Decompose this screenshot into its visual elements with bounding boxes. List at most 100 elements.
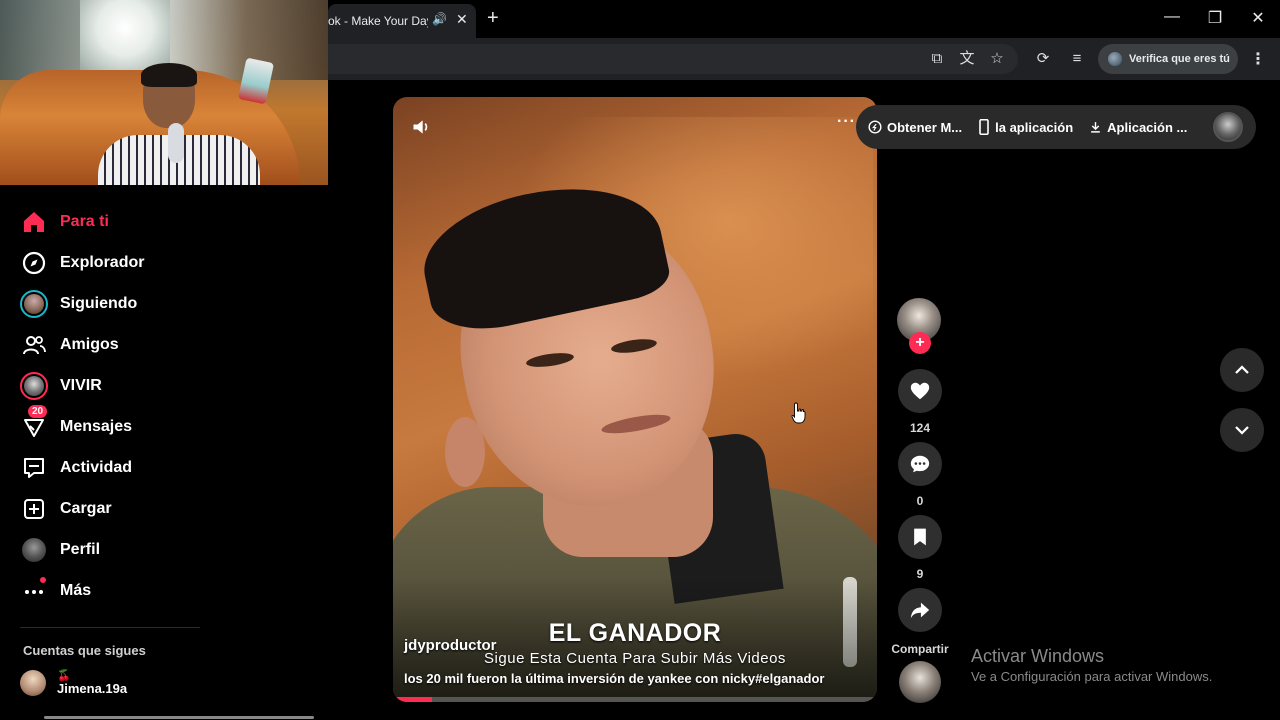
windows-activation-subtitle: Ve a Configuración para activar Windows. — [971, 669, 1213, 684]
new-tab-button[interactable]: + — [487, 7, 499, 30]
pill-item-label: Obtener M... — [887, 119, 963, 135]
chevron-down-icon — [1235, 426, 1249, 435]
share-button[interactable] — [898, 588, 942, 632]
save-button[interactable] — [898, 515, 942, 559]
sidebar-divider — [20, 627, 200, 628]
phone-icon — [979, 119, 989, 135]
sidebar-item-label: Cargar — [60, 500, 112, 517]
more-icon — [20, 577, 48, 605]
video-progress-fill — [393, 697, 432, 702]
windows-activation-title: Activar Windows — [971, 646, 1105, 666]
like-action[interactable]: 124 — [890, 369, 950, 435]
video-more-icon[interactable]: ··· — [837, 113, 856, 131]
user-avatar[interactable] — [1213, 112, 1243, 142]
download-icon — [1091, 122, 1101, 133]
comment-button[interactable] — [898, 442, 942, 486]
volume-icon[interactable] — [411, 117, 431, 137]
bookmark-star-icon[interactable]: ☆ — [988, 50, 1006, 68]
next-video-button[interactable] — [1220, 408, 1264, 452]
app-button[interactable]: la aplicación — [978, 119, 1073, 135]
notification-dot — [40, 577, 46, 583]
pill-item-label: Aplicación ... — [1107, 119, 1188, 135]
comment-icon — [910, 455, 930, 473]
sidebar-item-label: Explorador — [60, 254, 145, 271]
bookmark-icon — [914, 528, 926, 546]
get-app-pill: Obtener M... la aplicación Aplicación ..… — [856, 105, 1256, 149]
get-coins-button[interactable]: Obtener M... — [868, 120, 962, 135]
webcam-overlay — [0, 0, 328, 185]
follow-button[interactable]: + — [909, 332, 931, 354]
sidebar-item-siguiendo[interactable]: Siguiendo — [20, 289, 137, 319]
pill-item-label: la aplicación — [995, 119, 1074, 135]
upload-icon — [20, 495, 48, 523]
sidebar-item-vivir[interactable]: VIVIR — [20, 371, 102, 401]
sidebar-item-label: Siguiendo — [60, 295, 138, 312]
extension-icon[interactable]: ⟳ — [1034, 50, 1052, 68]
share-label: Compartir — [891, 642, 949, 656]
compass-icon — [20, 249, 48, 277]
comment-action[interactable]: 0 — [890, 442, 950, 508]
tab-title: ok - Make Your Day — [328, 14, 428, 28]
save-action[interactable]: 9 — [890, 515, 950, 581]
profile-verify-button[interactable]: Verifica que eres tú — [1098, 44, 1238, 74]
sidebar-item-para-ti[interactable]: Para ti — [20, 207, 109, 237]
browser-tab[interactable]: ok - Make Your Day 🔊 ✕ — [328, 4, 476, 38]
coin-icon — [868, 120, 882, 134]
inbox-icon: 20 — [20, 405, 48, 441]
previous-video-button[interactable] — [1220, 348, 1264, 392]
restore-icon[interactable]: ❐ — [1200, 8, 1230, 28]
save-count: 9 — [916, 567, 924, 581]
sidebar-item-mensajes[interactable]: 20 Mensajes — [20, 405, 133, 442]
tab-close-icon[interactable]: ✕ — [456, 11, 468, 28]
sidebar-item-label: Más — [60, 582, 92, 599]
share-action[interactable]: Compartir — [890, 588, 950, 656]
sidebar-item-label: Para ti — [60, 213, 109, 230]
profile-avatar — [20, 536, 48, 564]
verify-label: Verifica que eres tú — [1129, 53, 1230, 65]
address-bar[interactable] — [328, 44, 1018, 74]
minimize-icon[interactable]: — — [1157, 8, 1187, 26]
video-subtitle-overlay: Sigue Esta Cuenta Para Subir Más Videos — [484, 650, 786, 667]
video-progress-bar[interactable] — [393, 697, 877, 702]
video-description: los 20 mil fueron la última inversión de… — [404, 671, 825, 686]
like-button[interactable] — [898, 369, 942, 413]
browser-menu-icon[interactable]: ⋮ — [1250, 49, 1266, 69]
sidebar-item-label: Mensajes — [60, 418, 133, 435]
sidebar-item-amigos[interactable]: Amigos — [20, 330, 119, 360]
like-count: 124 — [909, 421, 931, 435]
horizontal-scrollbar[interactable] — [44, 716, 314, 719]
hand-cursor-icon — [791, 402, 806, 424]
sidebar-item-label: Amigos — [60, 336, 119, 353]
followed-account-name: Jimena.19a — [57, 681, 128, 696]
friends-icon — [20, 331, 48, 359]
music-disc-avatar[interactable] — [899, 661, 941, 703]
download-app-button[interactable]: Aplicación ... — [1089, 120, 1187, 135]
heart-icon — [910, 382, 930, 400]
sidebar-item-label: Actividad — [60, 459, 133, 476]
following-avatar — [20, 290, 48, 318]
sidebar-item-perfil[interactable]: Perfil — [20, 535, 100, 565]
messages-badge: 20 — [28, 405, 48, 418]
media-control-icon[interactable]: ≡ — [1068, 50, 1086, 68]
sidebar-item-label: VIVIR — [60, 377, 102, 394]
home-icon — [20, 208, 48, 236]
sidebar-item-explorador[interactable]: Explorador — [20, 248, 144, 278]
profile-avatar-icon — [1108, 52, 1122, 66]
share-icon — [910, 602, 930, 619]
sidebar-item-mas[interactable]: Más — [20, 576, 91, 606]
sidebar-item-cargar[interactable]: Cargar — [20, 494, 112, 524]
activity-icon — [20, 454, 48, 482]
sidebar-item-actividad[interactable]: Actividad — [20, 453, 132, 483]
following-section-title: Cuentas que sigues — [23, 643, 146, 658]
translate-icon[interactable]: 文 — [958, 50, 976, 68]
install-app-icon[interactable]: ⧉ — [928, 50, 946, 68]
video-player[interactable]: ··· EL GANADOR jdyproductor Sigue Esta C… — [393, 97, 877, 702]
sidebar-item-label: Perfil — [60, 541, 101, 558]
tab-audio-icon[interactable]: 🔊 — [432, 12, 447, 26]
chevron-up-icon — [1235, 365, 1249, 374]
close-icon[interactable]: ✕ — [1243, 8, 1273, 28]
comment-count: 0 — [916, 494, 924, 508]
live-avatar — [20, 372, 48, 400]
followed-account-item[interactable]: 🍒 Jimena.19a — [20, 670, 127, 696]
avatar — [20, 670, 46, 696]
